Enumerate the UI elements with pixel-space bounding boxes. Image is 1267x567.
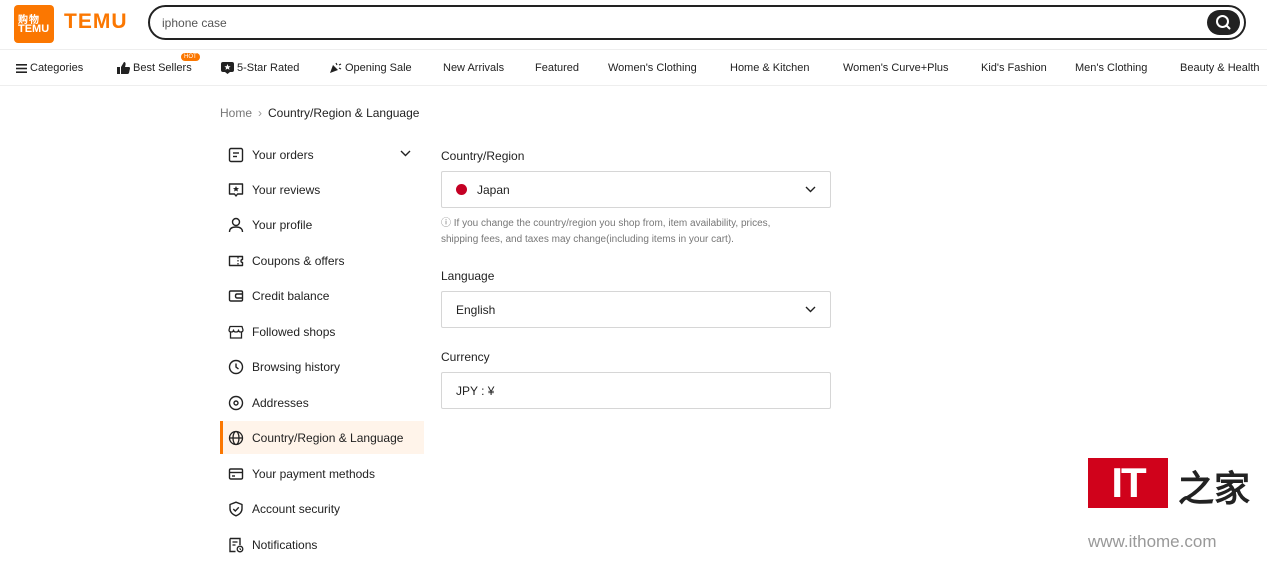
nav-categories-label: Categories — [30, 62, 84, 74]
reviews-icon — [228, 183, 244, 197]
ithome-watermark: IT 之家 www.ithome.com — [1088, 458, 1253, 558]
brand-name[interactable]: TEMU — [64, 10, 128, 34]
sidebar-item-payment-methods[interactable]: Your payment methods — [220, 457, 424, 490]
language-label: Language — [441, 269, 495, 283]
nav-womens-clothing[interactable]: Women's Clothing — [608, 62, 697, 74]
temu-logo[interactable]: 购物 TEMU — [14, 5, 54, 43]
shop-icon — [228, 325, 244, 339]
chevron-down-icon[interactable] — [400, 150, 411, 157]
breadcrumb-separator: › — [258, 106, 263, 120]
sidebar-item-label: Your payment methods — [252, 467, 375, 481]
sidebar-item-label: Notifications — [252, 538, 318, 552]
star-badge-icon — [221, 62, 234, 75]
notice-line-1: ⓘ If you change the country/region you s… — [441, 218, 771, 229]
sidebar-item-label: Your reviews — [252, 183, 321, 197]
header: 购物 TEMU TEMU — [0, 0, 1267, 48]
nav-opening-sale-label: Opening Sale — [345, 62, 412, 74]
search-bar — [148, 5, 1246, 40]
language-value: English — [456, 303, 496, 317]
notifications-icon — [229, 537, 244, 553]
hot-badge: HOT — [181, 53, 200, 61]
sidebar-item-label: Browsing history — [252, 360, 341, 374]
ithome-logo: IT — [1088, 458, 1168, 508]
nav-opening-sale[interactable]: Opening Sale — [329, 62, 412, 74]
globe-icon — [228, 430, 244, 446]
location-icon — [228, 395, 244, 411]
nav-home-kitchen[interactable]: Home & Kitchen — [730, 62, 809, 74]
country-region-select[interactable]: Japan — [441, 171, 831, 208]
sidebar-item-notifications[interactable]: Notifications — [220, 528, 424, 561]
coupon-icon — [228, 255, 244, 267]
clock-icon — [228, 359, 244, 375]
profile-icon — [228, 217, 244, 233]
nav-best-sellers[interactable]: Best Sellers — [117, 62, 192, 75]
search-icon — [1216, 15, 1231, 30]
sidebar-item-credit-balance[interactable]: Credit balance — [220, 279, 424, 312]
sidebar-item-browsing-history[interactable]: Browsing history — [220, 350, 424, 383]
currency-value: JPY : ¥ — [456, 384, 495, 398]
nav-beauty-health[interactable]: Beauty & Health — [1180, 62, 1260, 74]
sidebar-item-followed-shops[interactable]: Followed shops — [220, 315, 424, 348]
breadcrumb-home[interactable]: Home — [220, 106, 252, 120]
sidebar-item-account-security[interactable]: Account security — [220, 492, 424, 525]
sidebar-item-label: Country/Region & Language — [252, 431, 404, 445]
search-button[interactable] — [1207, 10, 1240, 35]
nav-five-star-label: 5-Star Rated — [237, 62, 300, 74]
sidebar-item-label: Your orders — [252, 148, 314, 162]
country-region-label: Country/Region — [441, 149, 525, 163]
sidebar-item-label: Followed shops — [252, 325, 336, 339]
nav-best-sellers-label: Best Sellers — [133, 62, 192, 74]
shield-icon — [229, 501, 243, 517]
chevron-down-icon — [805, 306, 816, 313]
sidebar-item-coupons[interactable]: Coupons & offers — [220, 244, 424, 277]
thumbs-up-icon — [117, 62, 130, 75]
currency-label: Currency — [441, 350, 490, 364]
category-nav: Categories Best Sellers HOT 5-Star Rated… — [0, 49, 1267, 86]
language-select[interactable]: English — [441, 291, 831, 328]
nav-five-star[interactable]: 5-Star Rated — [221, 62, 300, 75]
card-icon — [228, 468, 244, 480]
nav-kids-fashion[interactable]: Kid's Fashion — [981, 62, 1047, 74]
currency-field: JPY : ¥ — [441, 372, 831, 409]
sidebar-item-profile[interactable]: Your profile — [220, 208, 424, 241]
nav-featured[interactable]: Featured — [535, 62, 579, 74]
nav-mens-clothing[interactable]: Men's Clothing — [1075, 62, 1147, 74]
nav-new-arrivals[interactable]: New Arrivals — [443, 62, 504, 74]
country-name: Japan — [477, 183, 510, 197]
logo-text-bottom: TEMU — [18, 23, 50, 35]
search-input[interactable] — [162, 13, 1162, 33]
country-change-notice: ⓘ If you change the country/region you s… — [441, 216, 831, 248]
wallet-icon — [228, 290, 244, 302]
sidebar-item-label: Coupons & offers — [252, 254, 345, 268]
breadcrumb-current: Country/Region & Language — [268, 106, 420, 120]
notice-line-2: shipping fees, and taxes may change(incl… — [441, 234, 734, 245]
sidebar-item-label: Credit balance — [252, 289, 330, 303]
sidebar-item-label: Addresses — [252, 396, 309, 410]
ithome-logo-chinese: 之家 — [1178, 468, 1251, 509]
sidebar-item-reviews[interactable]: Your reviews — [220, 173, 424, 206]
nav-womens-curve[interactable]: Women's Curve+Plus — [843, 62, 949, 74]
menu-icon — [16, 63, 27, 73]
sidebar-item-orders[interactable]: Your orders — [220, 138, 424, 171]
nav-categories[interactable]: Categories — [16, 62, 83, 74]
sidebar-item-label: Account security — [252, 502, 341, 516]
sidebar-item-label: Your profile — [252, 218, 313, 232]
sidebar-item-country-region-language[interactable]: Country/Region & Language — [220, 421, 424, 454]
japan-flag-icon — [456, 184, 467, 195]
ithome-url: www.ithome.com — [1088, 532, 1217, 551]
breadcrumb: Home › Country/Region & Language — [220, 106, 419, 120]
party-popper-icon — [330, 62, 342, 74]
sidebar-item-addresses[interactable]: Addresses — [220, 386, 424, 419]
orders-icon — [228, 147, 244, 163]
chevron-down-icon — [805, 186, 816, 193]
country-region-value: Japan — [456, 183, 510, 197]
